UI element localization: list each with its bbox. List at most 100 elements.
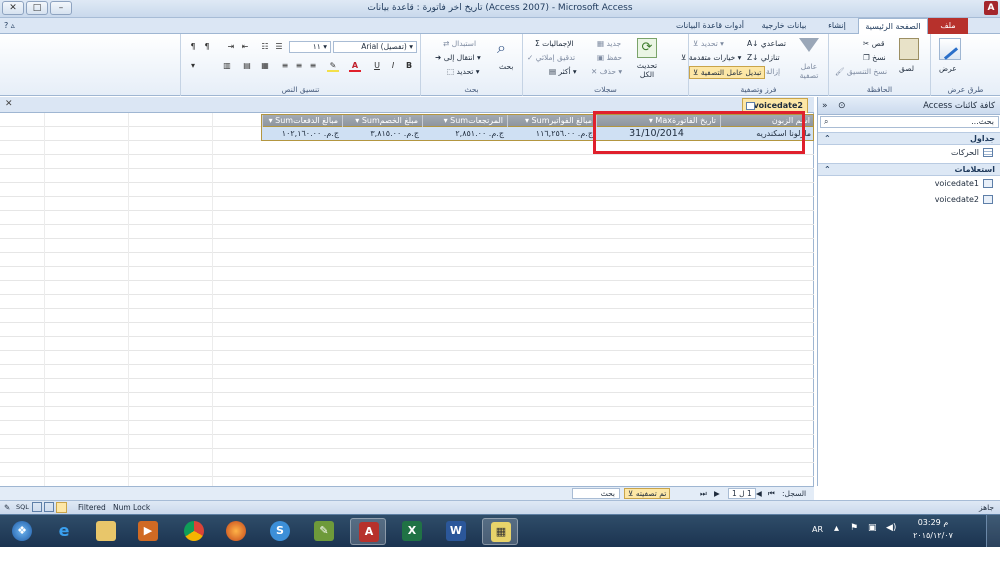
numbering-icon[interactable]: ☷ xyxy=(259,41,271,53)
next-record-button[interactable]: ▶ xyxy=(714,489,720,498)
record-search-input[interactable]: بحث xyxy=(572,488,620,499)
tab-file[interactable]: ملف xyxy=(928,18,968,34)
gridlines-icon[interactable]: ▦ xyxy=(259,60,271,72)
maximize-button[interactable]: □ xyxy=(26,1,48,15)
taskbar-movie[interactable]: ▦ xyxy=(482,518,518,545)
rtl-icon[interactable]: ¶ xyxy=(201,41,213,53)
collapse-pane-icon[interactable]: « xyxy=(822,97,828,115)
volume-icon[interactable]: ◀) xyxy=(886,523,896,533)
highlight-icon[interactable]: ✎ xyxy=(327,60,339,72)
help-icon[interactable]: ? ▵ xyxy=(4,21,15,30)
goto-button[interactable]: ▾ انتقال إلى ➜ xyxy=(435,53,481,62)
font-size-select[interactable]: ▾ ١١ xyxy=(289,41,331,53)
prev-record-button[interactable]: ◀ xyxy=(756,489,762,498)
underline-button[interactable]: U xyxy=(371,60,383,72)
selection-button[interactable]: ▾ تحديد ⊻ xyxy=(693,39,724,48)
datasheet-view-icon[interactable] xyxy=(56,502,67,513)
font-color-button[interactable]: A xyxy=(349,60,361,72)
cell-discount[interactable]: ج.م. ٣,٨١٥.٠٠ xyxy=(342,127,422,140)
design-view-icon[interactable]: ✎ xyxy=(4,501,10,514)
replace-button[interactable]: استبدال ⇄ xyxy=(443,39,476,48)
start-button[interactable]: ❖ xyxy=(4,518,40,545)
totals-button[interactable]: الإجماليات Σ xyxy=(535,39,574,48)
nav-item-query[interactable]: voicedate1 xyxy=(818,177,1000,191)
taskbar-app-p[interactable]: ✎ xyxy=(306,518,342,545)
align-left-icon[interactable]: ≡ xyxy=(279,60,291,72)
indent-decrease-icon[interactable]: ⇤ xyxy=(239,41,251,53)
column-header-payments[interactable]: ▾ Sumمبالغ الدفعات xyxy=(262,115,342,127)
taskbar-word[interactable]: W xyxy=(438,518,474,545)
sql-view-button[interactable]: SQL xyxy=(16,501,29,514)
record-position[interactable]: 1 ل 1 xyxy=(728,488,756,499)
alt-row-color-icon[interactable]: ▤ xyxy=(241,60,253,72)
tab-home[interactable]: الصفحة الرئيسية xyxy=(858,18,928,35)
show-desktop-button[interactable] xyxy=(986,515,1000,548)
view-button[interactable]: عرض xyxy=(939,64,957,73)
font-name-select[interactable]: ▾ (تفصيل) Arial xyxy=(333,41,417,53)
nav-search-input[interactable]: بحث... ⌕ xyxy=(820,116,999,128)
select-button[interactable]: ▾ تحديد ⬚ xyxy=(447,67,480,76)
close-doc-icon[interactable]: ✕ xyxy=(5,99,13,109)
delete-record-button[interactable]: ▾ حذف ✕ xyxy=(591,67,622,76)
tab-create[interactable]: إنشاء xyxy=(816,18,858,34)
taskbar-app-s[interactable]: S xyxy=(262,518,298,545)
tray-arrow-icon[interactable]: ▴ xyxy=(834,523,839,534)
ascending-button[interactable]: تصاعدي ↓A xyxy=(747,39,786,48)
spelling-button[interactable]: تدقيق إملائي ✓ xyxy=(527,53,575,62)
taskbar-ie[interactable]: e xyxy=(46,518,82,545)
chart-view-icon[interactable] xyxy=(44,502,54,512)
find-button[interactable]: بحث xyxy=(499,62,513,71)
refresh-all-button[interactable]: تحديث الكل xyxy=(633,61,661,79)
clock-date[interactable]: ٢٠١٥/١٢/٠٧ xyxy=(906,531,960,540)
pivot-view-icon[interactable] xyxy=(32,502,42,512)
italic-button[interactable]: I xyxy=(387,60,399,72)
cut-button[interactable]: قص ✂ xyxy=(863,39,884,48)
filtered-indicator[interactable]: تم تصفيته ⊻ xyxy=(624,488,671,499)
flag-icon[interactable]: ⚑ xyxy=(850,523,858,533)
language-indicator[interactable]: AR xyxy=(812,525,823,534)
column-header-discount[interactable]: ▾ Sumمبلغ الخصم xyxy=(342,115,422,127)
indent-increase-icon[interactable]: ⇥ xyxy=(225,41,237,53)
column-header-returns[interactable]: ▾ Sumالمرتجعات xyxy=(422,115,507,127)
nav-item-table[interactable]: الحركات xyxy=(818,146,1000,160)
toggle-filter-button[interactable]: تبديل عامل التصفية ⊻ xyxy=(689,66,766,79)
network-icon[interactable]: ▣ xyxy=(868,523,877,533)
close-button[interactable]: ✕ xyxy=(2,1,24,15)
access-app-icon[interactable]: A xyxy=(984,1,998,15)
filter-button[interactable]: عامل تصفية xyxy=(797,62,821,80)
nav-group-queries[interactable]: استعلامات ⌃ xyxy=(818,163,1000,176)
descending-button[interactable]: تنازلي ↓Z xyxy=(747,53,780,62)
background-color-icon[interactable]: ▥ xyxy=(221,60,233,72)
tab-database-tools[interactable]: أدوات قاعدة البيانات xyxy=(668,18,752,34)
bold-button[interactable]: B xyxy=(403,60,415,72)
tab-external-data[interactable]: بيانات خارجية xyxy=(752,18,816,34)
nav-pane-header[interactable]: كافة كائنات Access ⊙ « xyxy=(818,97,1000,115)
align-center-icon[interactable]: ≡ xyxy=(293,60,305,72)
nav-dropdown-icon[interactable]: ⊙ xyxy=(838,97,846,115)
first-record-button[interactable]: ⏮ xyxy=(768,489,775,499)
clock-time[interactable]: 03:29 م xyxy=(910,518,956,527)
paste-icon[interactable] xyxy=(899,38,919,60)
taskbar-chrome[interactable] xyxy=(176,518,212,545)
format-painter-button[interactable]: نسخ التنسيق 🖌 xyxy=(835,67,887,76)
taskbar-access[interactable]: A xyxy=(350,518,386,545)
save-record-button[interactable]: حفظ ▣ xyxy=(597,53,622,62)
more-format-icon[interactable]: ▾ xyxy=(187,60,199,72)
column-header-invoices[interactable]: ▾ Sumمبالغ الفواتير xyxy=(507,115,596,127)
taskbar-firefox[interactable] xyxy=(218,518,254,545)
last-record-button[interactable]: ⏭ xyxy=(700,489,707,499)
taskbar-media[interactable]: ▶ xyxy=(130,518,166,545)
more-button[interactable]: ▾ أكثر ▤ xyxy=(549,67,577,76)
taskbar-excel[interactable]: X xyxy=(394,518,430,545)
nav-item-query[interactable]: voicedate2 xyxy=(818,193,1000,207)
align-right-icon[interactable]: ≡ xyxy=(307,60,319,72)
nav-group-tables[interactable]: جداول ⌃ xyxy=(818,132,1000,145)
minimize-button[interactable]: – xyxy=(50,1,72,15)
taskbar-explorer[interactable] xyxy=(88,518,124,545)
bullets-icon[interactable]: ☰ xyxy=(273,41,285,53)
cell-invoices[interactable]: ج.م. ١١٦,٢٥٦.٠٠ xyxy=(507,127,596,140)
view-icon[interactable] xyxy=(939,38,961,60)
ltr-icon[interactable]: ¶ xyxy=(187,41,199,53)
new-record-button[interactable]: جديد ▦ xyxy=(597,39,621,48)
paste-button[interactable]: لصق xyxy=(899,64,914,73)
